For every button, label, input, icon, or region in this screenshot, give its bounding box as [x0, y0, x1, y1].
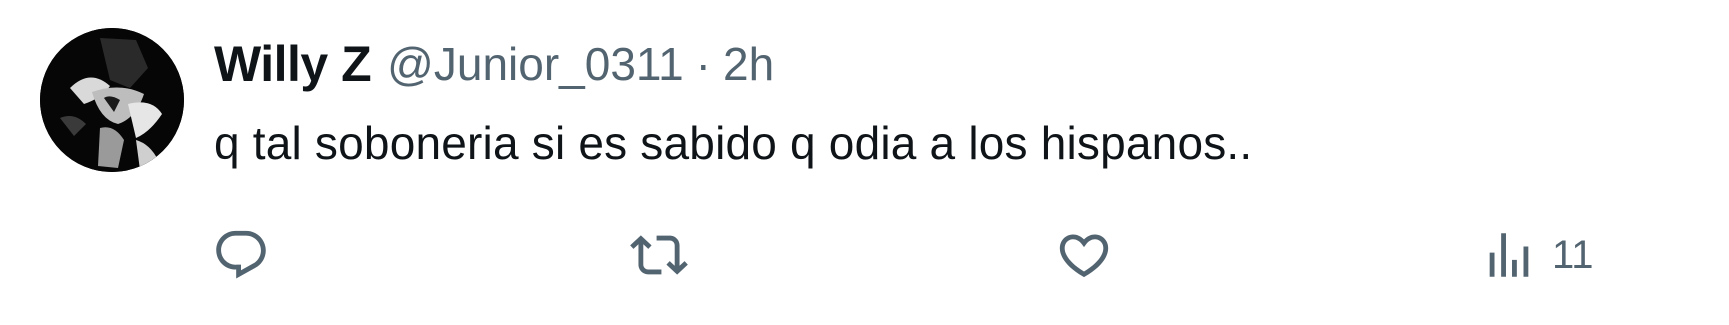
tweet-text: q tal soboneria si es sabido q odia a lo…	[214, 117, 1253, 169]
avatar-image	[40, 28, 184, 172]
tweet-header: Willy Z @Junior_0311 · 2h	[214, 34, 774, 94]
display-name[interactable]: Willy Z	[214, 35, 372, 93]
views-count: 11	[1552, 232, 1594, 277]
avatar[interactable]	[40, 28, 184, 172]
like-button[interactable]	[1055, 220, 1127, 290]
heart-icon	[1055, 226, 1113, 284]
retweet-icon	[630, 226, 688, 284]
retweet-button[interactable]	[630, 220, 702, 290]
views-button[interactable]: 11	[1480, 220, 1594, 290]
views-chart-icon	[1480, 226, 1538, 284]
separator-dot: ·	[695, 38, 711, 90]
user-handle[interactable]: @Junior_0311	[387, 37, 683, 91]
reply-icon	[212, 226, 270, 284]
tweet[interactable]: Willy Z @Junior_0311 · 2h q tal soboneri…	[0, 0, 1729, 325]
timestamp[interactable]: 2h	[723, 37, 774, 91]
reply-button[interactable]	[212, 220, 284, 290]
action-bar: 11	[0, 220, 1729, 290]
